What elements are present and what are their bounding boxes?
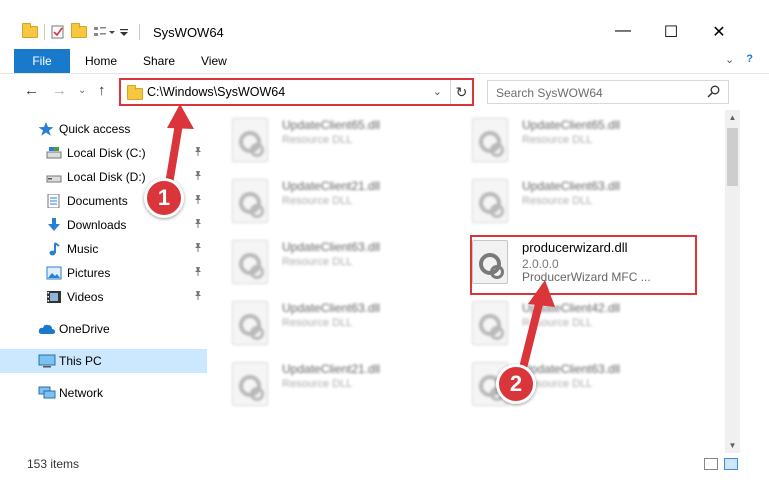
step2-arrow-shaft	[518, 292, 545, 376]
step2-badge: 2	[496, 364, 536, 404]
step1-badge: 1	[144, 178, 184, 218]
annotation-overlay	[164, 104, 555, 376]
step2-arrow-head	[528, 280, 555, 307]
step1-arrow-head	[167, 104, 194, 129]
